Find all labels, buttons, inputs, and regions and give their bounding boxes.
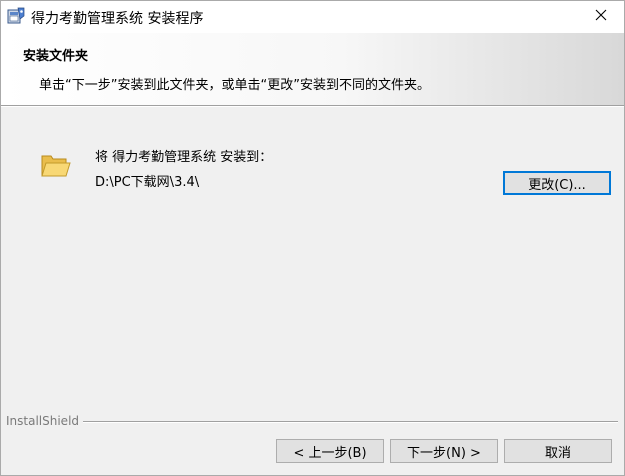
banner-title: 安装文件夹 [23,49,89,64]
install-path: D:\PC下载网\3.4\ [95,175,200,190]
install-to-label: 将 得力考勤管理系统 安装到： [95,150,273,165]
folder-icon [41,152,71,178]
installer-window: 得力考勤管理系统 安装程序 安装文件夹 单击“下一步”安装到此文件夹，或单击“更… [0,0,625,476]
back-button[interactable]: < 上一步(B) [276,439,384,463]
banner-description: 单击“下一步”安装到此文件夹，或单击“更改”安装到不同的文件夹。 [39,78,430,93]
footer-divider [83,421,618,423]
cancel-button[interactable]: 取消 [504,439,612,463]
installshield-brand: InstallShield [6,414,80,428]
window-title: 得力考勤管理系统 安装程序 [31,11,204,27]
installer-app-icon [7,7,25,25]
title-bar[interactable]: 得力考勤管理系统 安装程序 [1,1,624,33]
close-icon [595,9,607,25]
change-button[interactable]: 更改(C)... [503,171,611,195]
next-button[interactable]: 下一步(N) > [390,439,498,463]
close-button[interactable] [578,1,624,33]
header-banner: 安装文件夹 单击“下一步”安装到此文件夹，或单击“更改”安装到不同的文件夹。 [1,33,624,107]
